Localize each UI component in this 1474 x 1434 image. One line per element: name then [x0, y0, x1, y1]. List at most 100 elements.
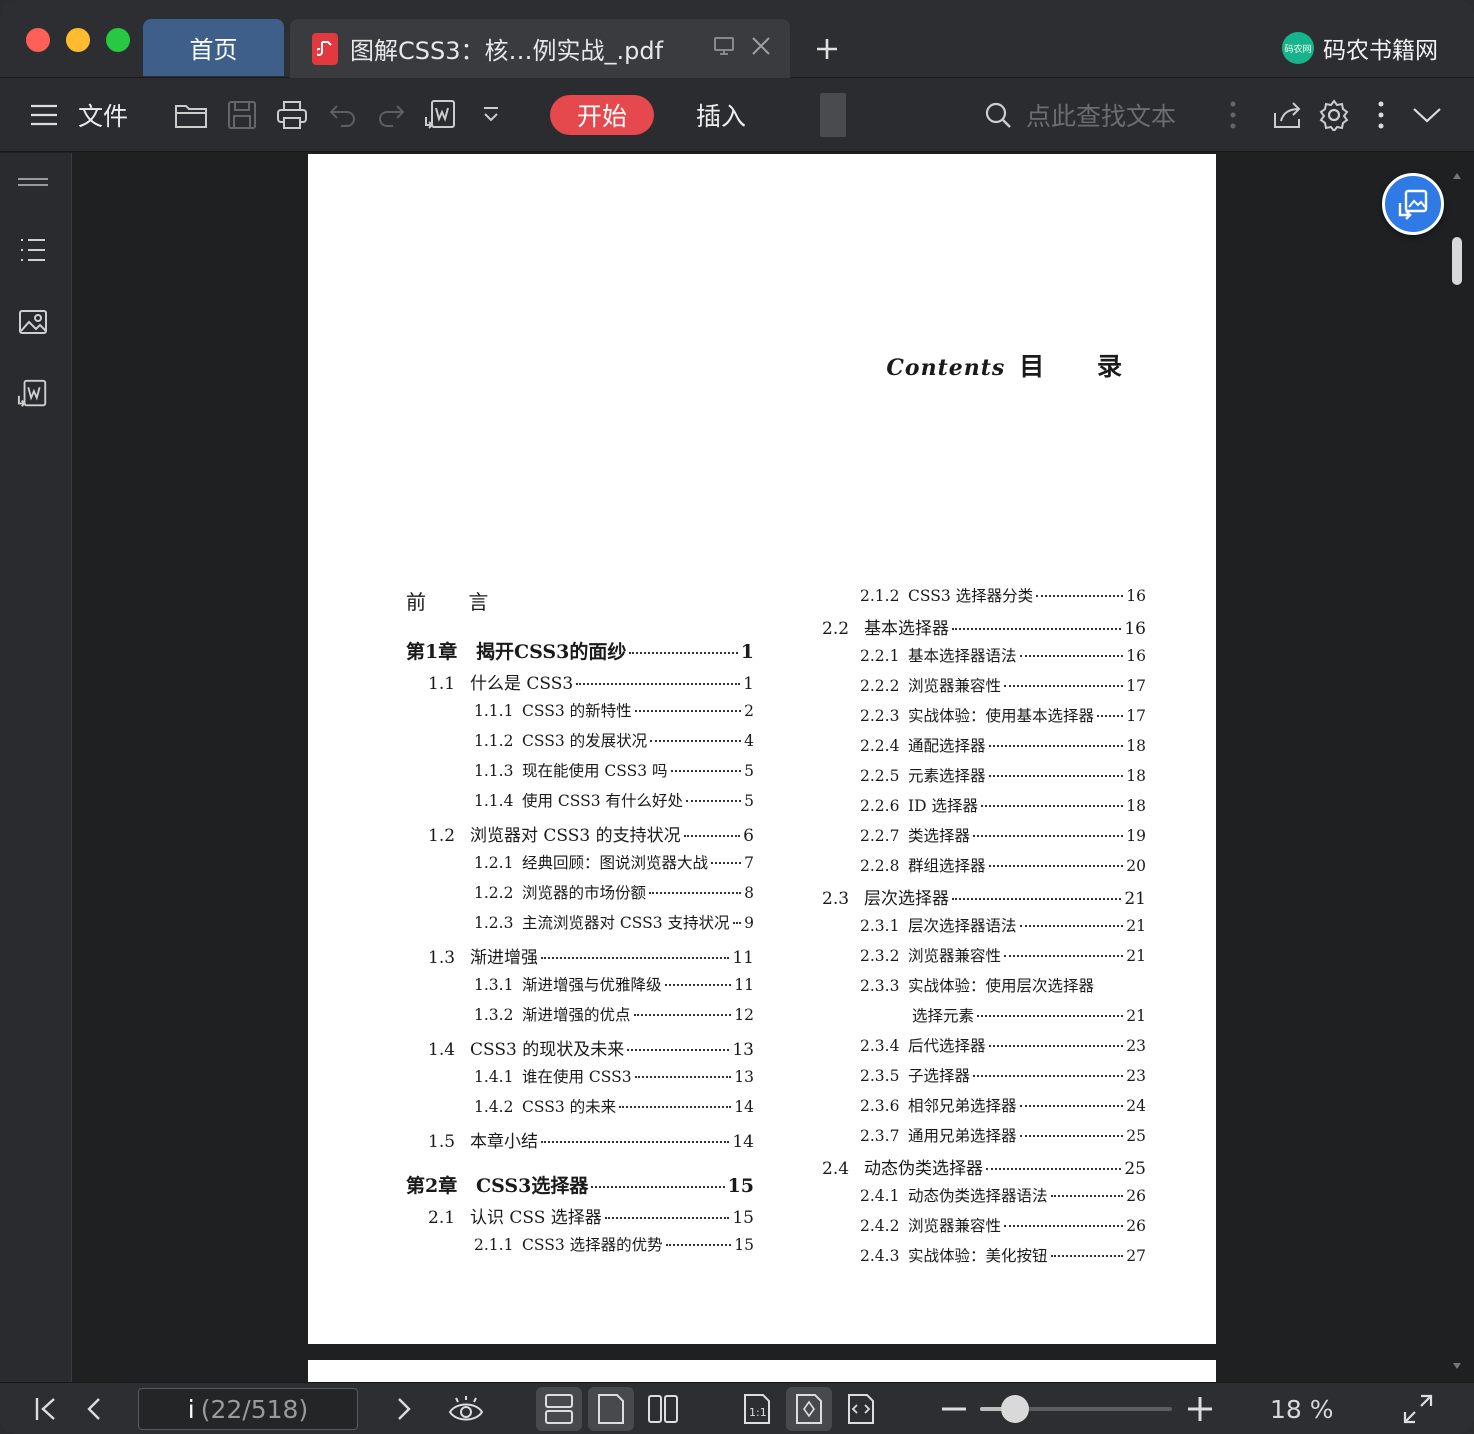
toc-entry-page: 5 — [744, 762, 754, 780]
toc-entry: 1.4.2 CSS3 的未来 14 — [474, 1095, 754, 1117]
scroll-down-arrow-icon[interactable] — [1452, 1355, 1462, 1374]
zoom-level[interactable]: 18 % — [1270, 1383, 1334, 1434]
undo-icon[interactable] — [326, 78, 360, 152]
previous-page-icon[interactable] — [80, 1383, 108, 1434]
toc-entry: 2.3.2 浏览器兼容性 21 — [860, 944, 1146, 966]
tab-start[interactable]: 开始 — [550, 95, 654, 135]
toc-entry-title: 渐进增强与优雅降级 — [522, 976, 662, 994]
toc-entry-number: 2.3.7 — [860, 1127, 900, 1145]
toc-entry-number: 2.3.5 — [860, 1067, 900, 1085]
toc-entry: 1.2.3 主流浏览器对 CSS3 支持状况 9 — [474, 911, 754, 933]
toc-leader-dots — [711, 862, 742, 864]
document-viewport[interactable]: Contents 目 录 前 言 第1章 揭开CSS3的面纱 1 1.1 什么是 CSS… — [73, 153, 1474, 1382]
toc-entry: 1.1.2 CSS3 的发展状况 4 — [474, 729, 754, 751]
toc-entry-title: 经典回顾：图说浏览器大战 — [522, 854, 709, 872]
thumbnail-image-icon[interactable] — [16, 305, 50, 339]
fit-page-button[interactable] — [786, 1387, 832, 1431]
convert-document-icon[interactable] — [16, 377, 50, 411]
toc-entry-title: 基本选择器语法 — [908, 647, 1017, 665]
outline-list-icon[interactable] — [16, 233, 50, 267]
zoom-window-button[interactable] — [106, 28, 130, 52]
toc-entry-number: 1.3 — [428, 948, 456, 968]
toc-leader-dots — [1050, 1195, 1124, 1197]
print-icon[interactable] — [274, 78, 310, 152]
tab-home[interactable]: 首页 — [143, 19, 284, 76]
preface-heading: 前 言 — [406, 586, 506, 615]
next-page-icon[interactable] — [390, 1383, 418, 1434]
settings-gear-icon[interactable] — [1316, 78, 1352, 152]
redo-icon[interactable] — [374, 78, 408, 152]
close-window-button[interactable] — [26, 28, 50, 52]
open-folder-icon[interactable] — [173, 78, 209, 152]
toc-entry-number: 第2章 — [406, 1175, 458, 1197]
vertical-scrollbar-thumb[interactable] — [1452, 237, 1462, 285]
tab-document[interactable]: 图解CSS3：核…例实战_.pdf — [290, 19, 790, 78]
toc-leader-dots — [952, 898, 1122, 900]
single-page-view-button[interactable] — [588, 1387, 634, 1431]
toc-entry-number: 2.2.8 — [860, 857, 900, 875]
collapse-toolbar-chevron-icon[interactable] — [1410, 78, 1444, 152]
toc-entry-page: 15 — [727, 1175, 754, 1197]
brand-badge[interactable]: 码农网 码农书籍网 — [1282, 31, 1438, 65]
toc-entry-page: 5 — [744, 792, 754, 810]
present-icon[interactable] — [712, 34, 736, 64]
title-bar: 首页 图解CSS3：核…例实战_.pdf 码农网 码农书籍网 — [0, 0, 1474, 78]
toc-entry-title: 渐进增强的优点 — [522, 1006, 631, 1024]
toc-entry: 2.1.1 CSS3 选择器的优势 15 — [474, 1233, 754, 1255]
toc-leader-dots — [1004, 955, 1124, 957]
first-page-icon[interactable] — [30, 1383, 62, 1434]
two-page-view-button[interactable] — [640, 1387, 686, 1431]
pdf-to-word-icon[interactable] — [423, 78, 459, 152]
sidebar-collapse-icon[interactable] — [16, 165, 50, 199]
toc-entry: 1.3.2 渐进增强的优点 12 — [474, 1003, 754, 1025]
toc-entry-number: 1.1.2 — [474, 732, 514, 750]
ribbon-scroll-handle[interactable] — [820, 93, 846, 137]
toc-leader-dots — [952, 628, 1122, 630]
overflow-menu-icon[interactable] — [1372, 78, 1390, 152]
zoom-out-icon[interactable] — [940, 1383, 968, 1434]
toc-entry-title: 子选择器 — [908, 1067, 971, 1085]
toc-entry-title: 认识 CSS 选择器 — [470, 1208, 602, 1228]
continuous-scroll-view-button[interactable] — [536, 1387, 582, 1431]
file-menu[interactable]: 文件 — [78, 78, 128, 152]
tab-insert[interactable]: 插入 — [696, 95, 746, 135]
toc-entry-page: 21 — [1126, 1007, 1146, 1025]
zoom-in-icon[interactable] — [1186, 1383, 1214, 1434]
fit-width-button[interactable] — [838, 1387, 884, 1431]
scroll-up-arrow-icon[interactable] — [1452, 165, 1462, 184]
toc-entry-number: 第1章 — [406, 641, 458, 663]
new-tab-button[interactable] — [808, 30, 846, 68]
toc-entry-number: 2.2.2 — [860, 677, 900, 695]
actual-size-button[interactable]: 1:1 — [734, 1387, 780, 1431]
file-menu-label: 文件 — [78, 102, 129, 131]
toc-entry: 2.3.3 实战体验：使用层次选择器 — [860, 974, 1146, 996]
floating-convert-button[interactable] — [1382, 173, 1444, 235]
toc-entry-page: 14 — [734, 1098, 754, 1116]
toc-entry-number: 2.4.3 — [860, 1247, 900, 1265]
eye-protection-icon[interactable] — [446, 1383, 486, 1434]
page-number-input[interactable]: i (22/518) — [138, 1388, 358, 1430]
plus-icon — [817, 39, 837, 59]
toc-leader-dots — [988, 775, 1124, 777]
toc-entry-number: 2.3.1 — [860, 917, 900, 935]
toc-entry-title: CSS3 的现状及未来 — [470, 1040, 625, 1060]
toc-entry-title: 本章小结 — [470, 1132, 538, 1152]
toc-entry-number: 2.2.7 — [860, 827, 900, 845]
toc-entry-number: 1.5 — [428, 1132, 456, 1152]
zoom-slider-knob[interactable] — [1000, 1395, 1029, 1423]
left-sidebar — [0, 153, 72, 1382]
toc-entry: 2.3.5 子选择器 23 — [860, 1064, 1146, 1086]
share-icon[interactable] — [1270, 78, 1306, 152]
more-tools-dropdown-icon[interactable] — [478, 78, 504, 152]
toc-entry-title: 现在能使用 CSS3 吗 — [522, 762, 668, 780]
toc-leader-dots — [541, 1141, 730, 1143]
save-icon[interactable] — [224, 78, 260, 152]
toc-entry-page: 16 — [1124, 619, 1146, 639]
minimize-window-button[interactable] — [66, 28, 90, 52]
menu-icon[interactable] — [26, 78, 62, 152]
search-field[interactable]: 点此查找文本 — [984, 95, 1176, 135]
more-vertical-icon[interactable] — [1224, 78, 1242, 152]
fullscreen-icon[interactable] — [1400, 1383, 1436, 1434]
toc-entry-number: 2.3.3 — [860, 977, 900, 995]
close-tab-icon[interactable] — [750, 35, 772, 63]
